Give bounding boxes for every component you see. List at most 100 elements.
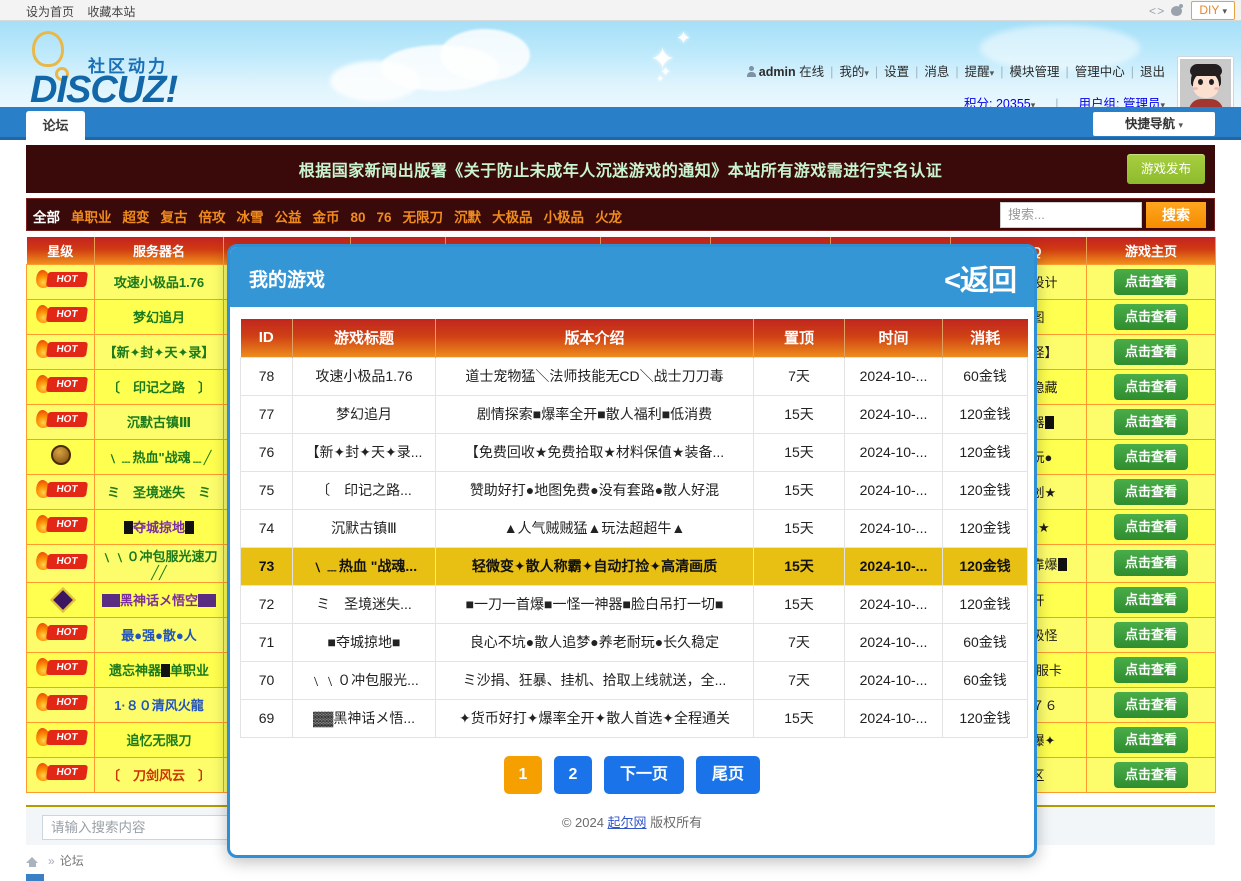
server-name-cell[interactable]: ﹨﹨０冲包服光速刀╱╱ — [95, 544, 224, 582]
view-button[interactable]: 点击查看 — [1114, 727, 1188, 753]
server-name-cell[interactable]: 梦幻追月 — [95, 299, 224, 334]
category-item-5[interactable]: 冰雪 — [237, 210, 264, 225]
copyright: © 2024 起尔网 版权所有 — [240, 794, 1024, 831]
game-title-cell: ﹨﹨０冲包服光... — [293, 661, 436, 699]
pagination-button-2[interactable]: 下一页 — [604, 756, 684, 794]
avatar[interactable] — [1177, 56, 1234, 107]
table-row[interactable]: 76【新✦封✦天✦录...【免费回收★免费拾取★材料保值★装备...15天202… — [241, 433, 1028, 471]
tab-forum[interactable]: 论坛 — [26, 111, 85, 140]
server-name-cell[interactable]: 1·８０清风火龍 — [95, 687, 224, 722]
back-button[interactable]: <返回 — [944, 257, 1016, 299]
view-button[interactable]: 点击查看 — [1114, 409, 1188, 435]
table-row[interactable]: 73﹨﹍热血 "战魂...轻微变✦散人称霸✦自动打捡✦高清画质15天2024-1… — [241, 547, 1028, 585]
game-id-cell: 70 — [241, 661, 293, 699]
game-top-cell: 7天 — [754, 623, 845, 661]
user-link-admin-center[interactable]: 管理中心 — [1075, 65, 1125, 79]
game-time-cell: 2024-10-... — [845, 509, 943, 547]
view-button[interactable]: 点击查看 — [1114, 514, 1188, 540]
game-title-cell: 沉默古镇Ⅲ — [293, 509, 436, 547]
server-name-cell[interactable]: 夺城掠地 — [95, 509, 224, 544]
user-link-notices[interactable]: 提醒 — [965, 65, 990, 79]
server-name-cell[interactable]: 攻速小极品1.76 — [95, 264, 224, 299]
server-star-cell: HOT — [27, 617, 95, 652]
game-title-cell: 【新✦封✦天✦录... — [293, 433, 436, 471]
category-item-12[interactable]: 大极品 — [492, 210, 533, 225]
view-button[interactable]: 点击查看 — [1114, 692, 1188, 718]
code-icon[interactable]: < > — [1149, 4, 1163, 18]
server-name-cell[interactable]: 追忆无限刀 — [95, 722, 224, 757]
category-item-11[interactable]: 沉默 — [454, 210, 481, 225]
table-row[interactable]: 69▓▓黑神话メ悟...✦货币好打✦爆率全开✦散人首选✦全程通关15天2024-… — [241, 699, 1028, 737]
table-row[interactable]: 75〔 印记之路...赞助好打●地图免费●没有套路●散人好混15天2024-10… — [241, 471, 1028, 509]
publish-game-button[interactable]: 游戏发布 — [1127, 154, 1205, 184]
category-item-9[interactable]: 76 — [377, 210, 392, 225]
quick-nav-button[interactable]: 快捷导航 ▾ — [1093, 112, 1215, 136]
user-link-module-manage[interactable]: 模块管理 — [1009, 65, 1059, 79]
user-link-mine[interactable]: 我的 — [839, 65, 864, 79]
server-name-cell[interactable]: ﹨﹍热血"战魂﹍╱ — [95, 439, 224, 474]
home-icon[interactable] — [26, 855, 39, 866]
diy-button[interactable]: DIY ▾ — [1191, 1, 1235, 20]
view-button[interactable]: 点击查看 — [1114, 269, 1188, 295]
category-item-10[interactable]: 无限刀 — [403, 210, 444, 225]
server-name-cell[interactable]: ミ 圣境迷失 ミ — [95, 474, 224, 509]
pagination-button-3[interactable]: 尾页 — [696, 756, 760, 794]
hot-badge-icon: HOT — [34, 375, 88, 395]
set-homepage-link[interactable]: 设为首页 — [26, 5, 74, 19]
breadcrumb-current[interactable]: 论坛 — [60, 854, 84, 868]
game-title-cell: ■夺城掠地■ — [293, 623, 436, 661]
view-button[interactable]: 点击查看 — [1114, 479, 1188, 505]
game-cost-cell: 60金钱 — [943, 357, 1028, 395]
category-item-13[interactable]: 小极品 — [544, 210, 585, 225]
search-input[interactable]: 搜索... — [1000, 202, 1142, 228]
usergroup-label[interactable]: 用户组: 管理员 — [1079, 97, 1161, 107]
table-row[interactable]: 72ミ 圣境迷失...■一刀一首爆■一怪一神器■脸白吊打一切■15天2024-1… — [241, 585, 1028, 623]
server-name-cell[interactable]: 沉默古镇Ⅲ — [95, 404, 224, 439]
site-logo[interactable]: 社区动力 DISCUZ! — [26, 31, 366, 101]
view-button[interactable]: 点击查看 — [1114, 622, 1188, 648]
table-row[interactable]: 78攻速小极品1.76道士宠物猛＼法师技能无CD＼战士刀刀毒7天2024-10-… — [241, 357, 1028, 395]
hot-badge-icon: HOT — [34, 728, 88, 748]
server-name-cell[interactable]: 〔 刀剑风云 〕 — [95, 757, 224, 792]
view-button[interactable]: 点击查看 — [1114, 762, 1188, 788]
category-item-14[interactable]: 火龙 — [595, 210, 622, 225]
bookmark-link[interactable]: 收藏本站 — [87, 5, 135, 19]
category-item-8[interactable]: 80 — [351, 210, 366, 225]
table-row[interactable]: 71■夺城掠地■良心不坑●散人追梦●养老耐玩●长久稳定7天2024-10-...… — [241, 623, 1028, 661]
server-name-cell[interactable]: 黑神话メ悟空 — [95, 582, 224, 617]
search-button[interactable]: 搜索 — [1146, 202, 1206, 228]
view-button[interactable]: 点击查看 — [1114, 657, 1188, 683]
category-item-2[interactable]: 超变 — [123, 210, 150, 225]
hot-badge-icon: HOT — [34, 270, 88, 290]
points-label[interactable]: 积分: 20355 — [964, 97, 1031, 107]
game-intro-cell: 良心不坑●散人追梦●养老耐玩●长久稳定 — [436, 623, 754, 661]
view-button[interactable]: 点击查看 — [1114, 550, 1188, 576]
palette-icon[interactable] — [1170, 4, 1184, 17]
category-item-1[interactable]: 单职业 — [71, 210, 112, 225]
user-link-messages[interactable]: 消息 — [924, 65, 949, 79]
view-button[interactable]: 点击查看 — [1114, 339, 1188, 365]
view-button[interactable]: 点击查看 — [1114, 444, 1188, 470]
view-button[interactable]: 点击查看 — [1114, 374, 1188, 400]
view-button[interactable]: 点击查看 — [1114, 587, 1188, 613]
category-item-7[interactable]: 金币 — [313, 210, 340, 225]
table-row[interactable]: 74沉默古镇Ⅲ▲人气贼贼猛▲玩法超超牛▲15天2024-10-...120金钱 — [241, 509, 1028, 547]
copyright-link[interactable]: 起尔网 — [608, 815, 647, 830]
table-row[interactable]: 77梦幻追月剧情探索■爆率全开■散人福利■低消费15天2024-10-...12… — [241, 395, 1028, 433]
star-icon: ✦ — [656, 75, 664, 85]
category-item-3[interactable]: 复古 — [161, 210, 188, 225]
server-name-cell[interactable]: 〔 印记之路 〕 — [95, 369, 224, 404]
server-name-cell[interactable]: 最●强●散●人 — [95, 617, 224, 652]
server-name-cell[interactable]: 【新✦封✦天✦录】 — [95, 334, 224, 369]
category-item-6[interactable]: 公益 — [275, 210, 302, 225]
pagination-button-1[interactable]: 2 — [554, 756, 592, 794]
server-name-cell[interactable]: 遗忘神器单职业 — [95, 652, 224, 687]
user-link-logout[interactable]: 退出 — [1140, 65, 1165, 79]
category-item-4[interactable]: 倍攻 — [199, 210, 226, 225]
view-button[interactable]: 点击查看 — [1114, 304, 1188, 330]
pagination-button-0[interactable]: 1 — [504, 756, 542, 794]
category-item-0[interactable]: 全部 — [33, 210, 60, 225]
user-link-settings[interactable]: 设置 — [884, 65, 909, 79]
game-top-cell: 7天 — [754, 661, 845, 699]
table-row[interactable]: 70﹨﹨０冲包服光...ミ沙捐、狂暴、挂机、拾取上线就送，全...7天2024-… — [241, 661, 1028, 699]
